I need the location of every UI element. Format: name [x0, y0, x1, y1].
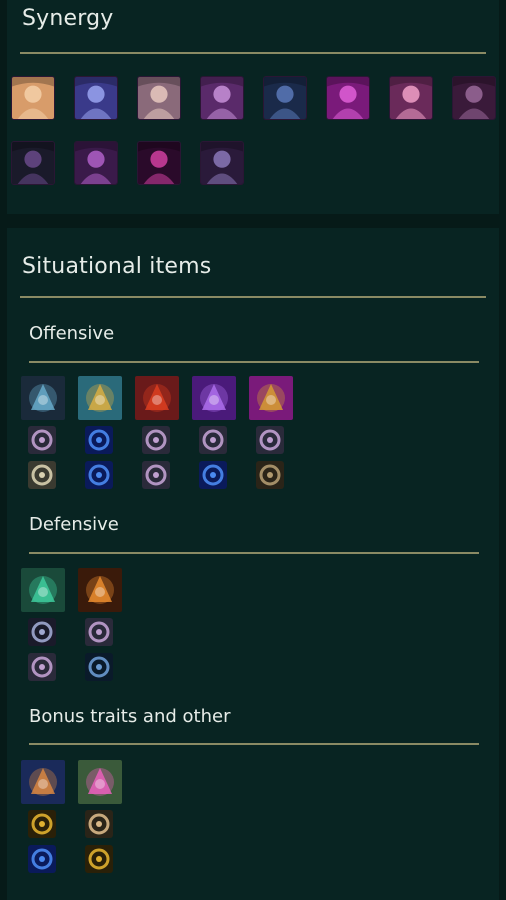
tear-of-the-goddess-icon[interactable] — [28, 845, 56, 873]
champion-12-icon[interactable] — [200, 141, 244, 185]
champion-3-icon[interactable] — [137, 76, 181, 120]
shell-icon[interactable] — [85, 810, 113, 838]
champion-5-icon[interactable] — [263, 76, 307, 120]
offensive-item-3-icon[interactable] — [135, 376, 179, 420]
synergy-title: Synergy — [22, 6, 114, 31]
sparring-gloves-icon[interactable] — [142, 426, 170, 454]
sparring-gloves-icon[interactable] — [28, 426, 56, 454]
champion-6-icon[interactable] — [326, 76, 370, 120]
champion-9-icon[interactable] — [11, 141, 55, 185]
situational-items-panel: Situational items Offensive Defensive Bo… — [7, 228, 499, 900]
situational-items-title: Situational items — [22, 254, 212, 279]
tear-of-the-goddess-icon[interactable] — [85, 426, 113, 454]
section-title-bonus: Bonus traits and other — [29, 706, 231, 727]
spatula-icon[interactable] — [85, 845, 113, 873]
spatula-icon[interactable] — [28, 810, 56, 838]
offensive-item-5-icon[interactable] — [249, 376, 293, 420]
negatron-cloak-icon[interactable] — [85, 653, 113, 681]
offensive-item-2-icon[interactable] — [78, 376, 122, 420]
champion-11-icon[interactable] — [137, 141, 181, 185]
situational-items-divider — [20, 296, 486, 298]
tear-of-the-goddess-icon[interactable] — [85, 461, 113, 489]
bonus-item-1-icon[interactable] — [21, 760, 65, 804]
synergy-panel: Synergy — [7, 0, 499, 214]
section-title-offensive: Offensive — [29, 323, 115, 344]
defensive-item-1-icon[interactable] — [21, 568, 65, 612]
defensive-divider — [29, 552, 479, 554]
champion-10-icon[interactable] — [74, 141, 118, 185]
champion-8-icon[interactable] — [452, 76, 496, 120]
offensive-item-1-icon[interactable] — [21, 376, 65, 420]
giants-belt-icon[interactable] — [256, 461, 284, 489]
champion-7-icon[interactable] — [389, 76, 433, 120]
offensive-item-4-icon[interactable] — [192, 376, 236, 420]
sparring-gloves-icon[interactable] — [28, 653, 56, 681]
sparring-gloves-icon[interactable] — [142, 461, 170, 489]
bonus-item-2-icon[interactable] — [78, 760, 122, 804]
section-title-defensive: Defensive — [29, 514, 119, 535]
chain-vest-icon[interactable] — [28, 461, 56, 489]
synergy-divider — [20, 52, 486, 54]
offensive-divider — [29, 361, 479, 363]
bonus-divider — [29, 743, 479, 745]
sparring-gloves-icon[interactable] — [199, 426, 227, 454]
bf-sword-icon[interactable] — [28, 618, 56, 646]
champion-4-icon[interactable] — [200, 76, 244, 120]
champion-1-icon[interactable] — [11, 76, 55, 120]
tear-of-the-goddess-icon[interactable] — [199, 461, 227, 489]
defensive-item-2-icon[interactable] — [78, 568, 122, 612]
sparring-gloves-icon[interactable] — [85, 618, 113, 646]
champion-2-icon[interactable] — [74, 76, 118, 120]
sparring-gloves-icon[interactable] — [256, 426, 284, 454]
